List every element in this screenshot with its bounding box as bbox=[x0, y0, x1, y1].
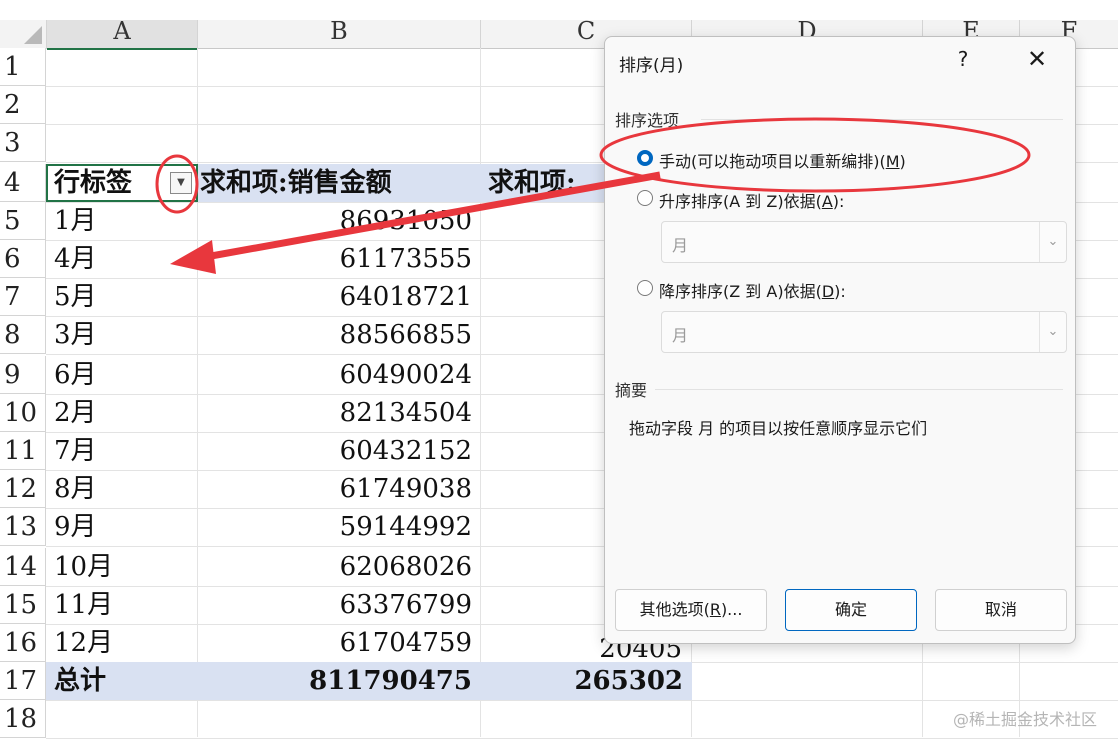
annotation-ellipse-manual bbox=[599, 117, 1031, 193]
annotation-arrow-head bbox=[170, 240, 216, 274]
watermark-text: @稀土掘金技术社区 bbox=[953, 710, 1098, 729]
annotation-overlay bbox=[155, 117, 1031, 274]
annotation-circle-filter bbox=[155, 154, 199, 214]
annotation-arrow-line bbox=[199, 171, 661, 262]
